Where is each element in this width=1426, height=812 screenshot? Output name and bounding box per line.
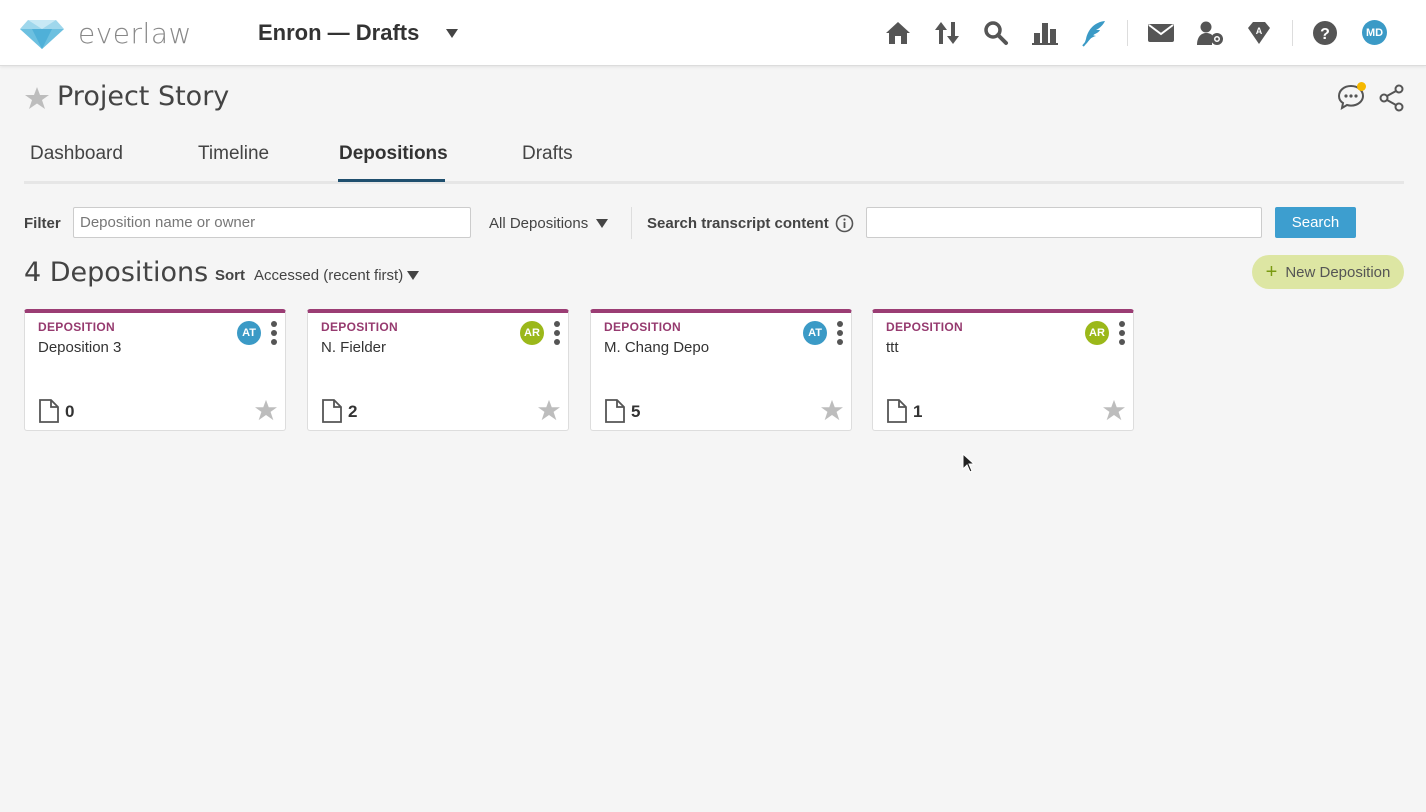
- document-icon: [604, 399, 626, 428]
- document-count: 1: [913, 402, 923, 421]
- info-icon[interactable]: [835, 214, 854, 238]
- favorite-star-icon[interactable]: [820, 399, 844, 426]
- more-options-icon[interactable]: [553, 321, 561, 345]
- top-navigation-bar: everlaw Enron — Drafts A ? MD: [0, 0, 1426, 66]
- owner-avatar: AR: [1085, 321, 1109, 345]
- favorite-star-icon[interactable]: [1102, 399, 1126, 426]
- document-icon: [321, 399, 343, 428]
- plus-icon: +: [1265, 261, 1278, 283]
- svg-text:?: ?: [1320, 26, 1330, 43]
- diamond-logo-icon: [20, 19, 64, 49]
- analytics-icon[interactable]: [1031, 19, 1059, 47]
- more-options-icon[interactable]: [270, 321, 278, 345]
- deposition-scope-dropdown[interactable]: All Depositions: [489, 215, 588, 232]
- more-options-icon[interactable]: [1118, 321, 1126, 345]
- share-icon[interactable]: [1378, 84, 1406, 117]
- brand-name: everlaw: [78, 17, 192, 50]
- owner-avatar: AT: [803, 321, 827, 345]
- deposition-card[interactable]: DEPOSITION M. Chang Depo AT 5: [590, 309, 852, 431]
- project-admin-icon[interactable]: A: [1245, 19, 1273, 47]
- owner-avatar: AR: [520, 321, 544, 345]
- document-count: 2: [348, 402, 358, 421]
- sort-label: Sort: [215, 267, 245, 284]
- chevron-down-icon[interactable]: [446, 29, 458, 38]
- messages-icon[interactable]: [1147, 19, 1175, 47]
- help-icon[interactable]: ?: [1311, 19, 1339, 47]
- favorite-star-icon[interactable]: [254, 399, 278, 426]
- document-icon: [38, 399, 60, 428]
- user-admin-icon[interactable]: [1196, 19, 1224, 47]
- card-title[interactable]: Deposition 3: [38, 339, 121, 356]
- home-icon[interactable]: [884, 19, 912, 47]
- deposition-card[interactable]: DEPOSITION N. Fielder AR 2: [307, 309, 569, 431]
- svg-text:A: A: [1256, 26, 1263, 36]
- story-tabs: Dashboard Timeline Depositions Drafts: [24, 130, 1404, 184]
- transfer-icon[interactable]: [933, 19, 961, 47]
- notification-dot: [1357, 82, 1366, 91]
- search-icon[interactable]: [982, 19, 1010, 47]
- document-count: 5: [631, 402, 641, 421]
- user-avatar[interactable]: MD: [1362, 20, 1387, 45]
- chevron-down-icon[interactable]: [596, 219, 608, 228]
- tab-dashboard[interactable]: Dashboard: [30, 143, 123, 165]
- card-title[interactable]: ttt: [886, 339, 899, 356]
- card-type-tag: DEPOSITION: [886, 320, 964, 334]
- document-count: 0: [65, 402, 75, 421]
- chevron-down-icon[interactable]: [407, 271, 419, 280]
- card-title[interactable]: M. Chang Depo: [604, 339, 709, 356]
- card-type-tag: DEPOSITION: [38, 320, 116, 334]
- sort-dropdown[interactable]: Accessed (recent first): [254, 267, 403, 284]
- depositions-count-title: 4 Depositions: [24, 257, 209, 288]
- mouse-cursor-icon: [962, 452, 976, 478]
- owner-avatar: AT: [237, 321, 261, 345]
- nav-divider: [1127, 20, 1128, 46]
- filter-input[interactable]: [73, 207, 471, 238]
- project-name[interactable]: Enron — Drafts: [258, 20, 419, 46]
- story-feather-icon[interactable]: [1080, 19, 1108, 47]
- deposition-card[interactable]: DEPOSITION Deposition 3 AT 0: [24, 309, 286, 431]
- card-title[interactable]: N. Fielder: [321, 339, 386, 356]
- card-type-tag: DEPOSITION: [321, 320, 399, 334]
- everlaw-logo[interactable]: everlaw: [20, 17, 192, 50]
- search-transcript-label: Search transcript content: [647, 215, 829, 232]
- new-deposition-button[interactable]: + New Deposition: [1252, 255, 1404, 289]
- active-tab-indicator: [338, 179, 445, 182]
- nav-divider: [1292, 20, 1293, 46]
- transcript-search-input[interactable]: [866, 207, 1262, 238]
- tab-drafts[interactable]: Drafts: [522, 143, 573, 165]
- deposition-card[interactable]: DEPOSITION ttt AR 1: [872, 309, 1134, 431]
- document-icon: [886, 399, 908, 428]
- card-type-tag: DEPOSITION: [604, 320, 682, 334]
- favorite-star-icon[interactable]: [537, 399, 561, 426]
- new-deposition-label: New Deposition: [1285, 263, 1391, 281]
- filter-label: Filter: [24, 215, 61, 232]
- page-title: Project Story: [57, 81, 230, 112]
- tab-timeline[interactable]: Timeline: [198, 143, 269, 165]
- more-options-icon[interactable]: [836, 321, 844, 345]
- tab-depositions[interactable]: Depositions: [339, 143, 448, 165]
- search-button[interactable]: Search: [1275, 207, 1356, 238]
- filter-divider: [631, 207, 632, 239]
- favorite-star-icon[interactable]: [24, 86, 50, 115]
